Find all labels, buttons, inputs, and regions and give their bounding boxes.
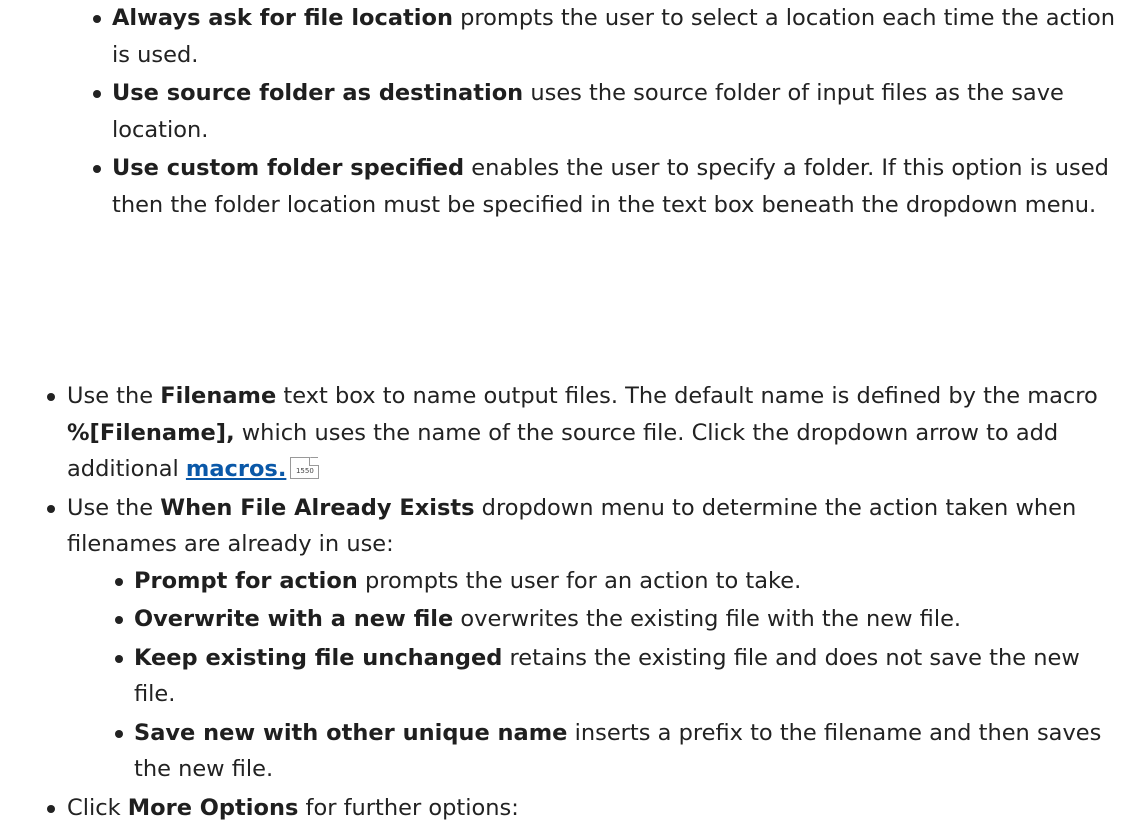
page-reference-number: 1550 bbox=[295, 467, 314, 475]
help-page: Always ask for file location prompts the… bbox=[0, 0, 1140, 821]
option-description: overwrites the existing file with the ne… bbox=[453, 606, 962, 632]
list-item: Keep existing file unchanged retains the… bbox=[115, 640, 1125, 713]
file-exists-term: When File Already Exists bbox=[160, 494, 475, 521]
option-term: Use custom folder specified bbox=[112, 155, 465, 181]
main-bullet-list: Use the Filename text box to name output… bbox=[45, 378, 1125, 828]
option-description: prompts the user for an action to take. bbox=[357, 567, 802, 594]
filename-macro: %[Filename], bbox=[67, 419, 235, 446]
list-item: Prompt for action prompts the user for a… bbox=[115, 563, 1125, 600]
list-item: Overwrite with a new file overwrites the… bbox=[115, 601, 1125, 638]
list-item-more-options: Click More Options for further options: bbox=[45, 790, 1125, 827]
list-item: Use source folder as destination uses th… bbox=[93, 75, 1133, 148]
list-item-filename: Use the Filename text box to name output… bbox=[45, 378, 1125, 488]
more-options-term: More Options bbox=[127, 794, 299, 821]
save-location-options-list: Always ask for file location prompts the… bbox=[93, 0, 1133, 225]
filename-term: Filename bbox=[160, 383, 277, 409]
list-item-file-exists: Use the When File Already Exists dropdow… bbox=[45, 490, 1125, 788]
option-term: Use source folder as destination bbox=[112, 80, 524, 106]
list-item: Use custom folder specified enables the … bbox=[93, 150, 1133, 223]
page-reference-icon[interactable]: 1550 bbox=[290, 457, 320, 479]
list-item: Always ask for file location prompts the… bbox=[93, 0, 1133, 73]
macros-link[interactable]: macros. bbox=[186, 456, 286, 482]
option-term: Prompt for action bbox=[134, 567, 358, 594]
list-item: Save new with other unique name inserts … bbox=[115, 715, 1125, 788]
option-term: Save new with other unique name bbox=[134, 719, 568, 746]
option-term: Keep existing file unchanged bbox=[134, 644, 503, 671]
file-exists-options-list: Prompt for action prompts the user for a… bbox=[115, 563, 1125, 788]
option-term: Overwrite with a new file bbox=[134, 606, 454, 632]
option-term: Always ask for file location bbox=[112, 5, 453, 31]
